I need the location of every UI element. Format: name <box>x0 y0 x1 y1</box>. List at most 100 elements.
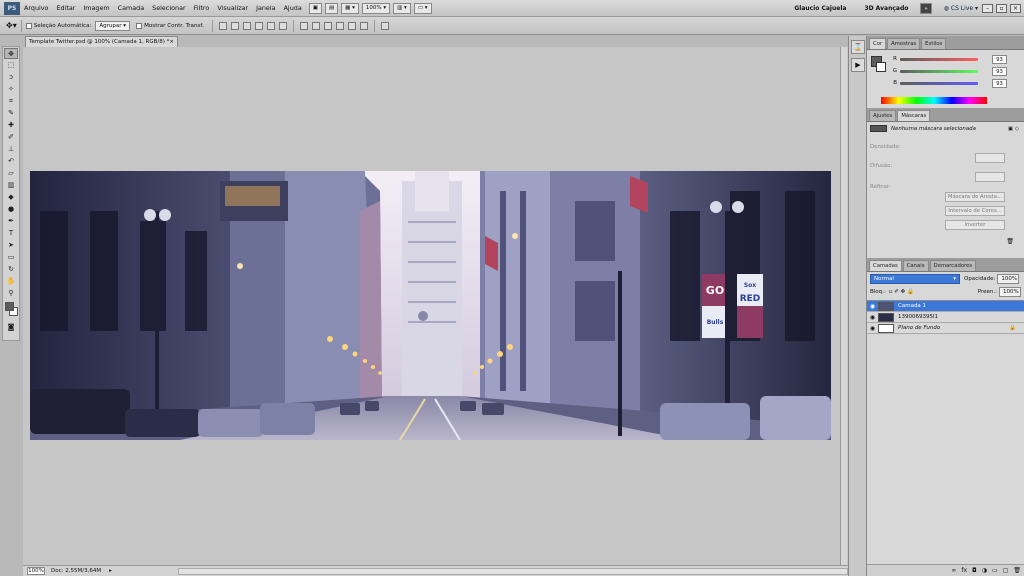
color-range-button[interactable]: Intervalo de Cores... <box>945 206 1005 216</box>
pen-tool-icon[interactable]: ✒ <box>4 216 18 227</box>
canvas-image[interactable]: GO Bulls Sox RED <box>30 171 831 440</box>
tab-camadas[interactable]: Camadas <box>869 260 902 271</box>
red-value-field[interactable]: 93 <box>992 54 1007 64</box>
eyedropper-tool-icon[interactable]: ✎ <box>4 108 18 119</box>
cs-live-button[interactable]: ◍ CS Live ▾ <box>940 5 982 12</box>
eye-icon[interactable]: ◉ <box>867 325 878 332</box>
align-vcenter-icon[interactable] <box>230 21 239 30</box>
distribute-top-icon[interactable] <box>299 21 308 30</box>
magic-wand-tool-icon[interactable]: ✧ <box>4 84 18 95</box>
lasso-tool-icon[interactable]: ↄ <box>4 72 18 83</box>
green-value-field[interactable]: 93 <box>992 66 1007 76</box>
layer-style-icon[interactable]: fx <box>961 567 967 574</box>
menu-selecionar[interactable]: Selecionar <box>148 4 190 12</box>
layer-row-background[interactable]: ◉ Plano de Fundo 🔒 <box>867 323 1024 334</box>
align-top-icon[interactable] <box>218 21 227 30</box>
layer-row-photo[interactable]: ◉ 1390069395l1 <box>867 312 1024 323</box>
document-tab[interactable]: Template Twitter.psd @ 100% (Camada 1, R… <box>25 36 178 47</box>
distribute-left-icon[interactable] <box>335 21 344 30</box>
distribute-vcenter-icon[interactable] <box>311 21 320 30</box>
screen-mode-button[interactable]: ▭ ▾ <box>413 2 432 14</box>
opacity-field[interactable]: 100% <box>997 274 1020 284</box>
3d-rotate-tool-icon[interactable]: ↻ <box>4 264 18 275</box>
layer-name[interactable]: Camada 1 <box>898 303 926 309</box>
align-bottom-icon[interactable] <box>242 21 251 30</box>
distribute-bottom-icon[interactable] <box>323 21 332 30</box>
clone-stamp-tool-icon[interactable]: ⊥ <box>4 144 18 155</box>
invert-button[interactable]: Inverter <box>945 220 1005 230</box>
adjustment-layer-icon[interactable]: ◑ <box>982 567 987 574</box>
shape-tool-icon[interactable]: ▭ <box>4 252 18 263</box>
density-field[interactable] <box>975 153 1005 163</box>
show-transform-checkbox[interactable] <box>136 22 143 29</box>
foreground-color-swatch[interactable] <box>5 302 14 311</box>
add-mask-icon[interactable]: ▣ ◇ <box>1008 126 1019 132</box>
distribute-hcenter-icon[interactable] <box>347 21 356 30</box>
tab-estilos[interactable]: Estilos <box>921 38 947 49</box>
red-slider[interactable] <box>900 57 978 61</box>
workspace-3d[interactable]: 3D Avançado <box>855 5 917 12</box>
zoom-tool-icon[interactable]: ⚲ <box>4 288 18 299</box>
eye-icon[interactable]: ◉ <box>867 303 878 310</box>
marquee-tool-icon[interactable]: ⬚ <box>4 60 18 71</box>
menu-camada[interactable]: Camada <box>114 4 149 12</box>
document-size[interactable]: Doc: 2,55M/3,64M <box>51 568 101 574</box>
zoom-level-select[interactable]: 100% ▾ <box>361 2 391 14</box>
tab-cor[interactable]: Cor <box>869 38 887 49</box>
move-tool-icon[interactable]: ✥▾ <box>6 21 17 30</box>
menu-visualizar[interactable]: Visualizar <box>213 4 252 12</box>
trash-icon[interactable]: 🗑 <box>1006 238 1014 245</box>
crop-tool-icon[interactable]: ⌗ <box>4 96 18 107</box>
tab-demarcadores[interactable]: Demarcadores <box>929 260 977 271</box>
eraser-tool-icon[interactable]: ▱ <box>4 168 18 179</box>
tab-canais[interactable]: Canais <box>902 260 929 271</box>
align-left-icon[interactable] <box>254 21 263 30</box>
mini-bridge-button[interactable]: ▤ <box>324 2 339 14</box>
auto-select-checkbox[interactable] <box>25 22 32 29</box>
eye-icon[interactable]: ◉ <box>867 314 878 321</box>
lock-icons[interactable]: ▫ ✐ ✥ 🔒 <box>889 289 914 295</box>
bridge-button[interactable]: ▣ <box>308 2 322 14</box>
auto-align-icon[interactable] <box>380 21 389 30</box>
new-group-icon[interactable]: ▭ <box>992 567 998 574</box>
gradient-tool-icon[interactable]: ▥ <box>4 180 18 191</box>
workspace-user[interactable]: Glaucio Cajuela <box>785 5 855 12</box>
quick-mask-icon[interactable]: ◙ <box>4 322 18 333</box>
align-right-icon[interactable] <box>278 21 287 30</box>
status-zoom-field[interactable]: 100% <box>27 567 45 575</box>
menu-ajuda[interactable]: Ajuda <box>280 4 306 12</box>
layer-name[interactable]: Plano de Fundo <box>898 325 940 331</box>
history-brush-tool-icon[interactable]: ↶ <box>4 156 18 167</box>
type-tool-icon[interactable]: T <box>4 228 18 239</box>
vertical-scrollbar[interactable] <box>840 47 847 565</box>
blend-mode-select[interactable]: Normal ▾ <box>870 274 960 284</box>
layer-name[interactable]: 1390069395l1 <box>898 314 938 320</box>
mask-edge-button[interactable]: Máscara de Aresta... <box>945 192 1005 202</box>
link-layers-icon[interactable]: ∞ <box>951 567 956 574</box>
healing-brush-tool-icon[interactable]: ✚ <box>4 120 18 131</box>
new-layer-icon[interactable]: ▢ <box>1003 567 1009 574</box>
workspace-more-icon[interactable]: » <box>920 3 932 14</box>
menu-janela[interactable]: Janela <box>252 4 279 12</box>
actions-panel-icon[interactable]: ▶ <box>851 58 865 72</box>
align-hcenter-icon[interactable] <box>266 21 275 30</box>
restore-icon[interactable]: ▫ <box>996 4 1007 13</box>
menu-arquivo[interactable]: Arquivo <box>20 4 52 12</box>
status-menu-icon[interactable]: ▸ <box>109 568 112 574</box>
menu-editar[interactable]: Editar <box>52 4 79 12</box>
menu-imagem[interactable]: Imagem <box>79 4 113 12</box>
arrange-documents-button[interactable]: ▥ ▾ <box>393 2 411 14</box>
auto-select-dropdown[interactable]: Agrupar ▾ <box>95 20 131 31</box>
green-slider[interactable] <box>900 69 978 73</box>
add-mask-icon[interactable]: ◘ <box>972 567 977 574</box>
minimize-icon[interactable]: – <box>982 4 993 13</box>
view-extras-button[interactable]: ▦ ▾ <box>341 2 359 14</box>
tab-ajustes[interactable]: Ajustes <box>869 110 897 121</box>
horizontal-scrollbar[interactable] <box>178 567 848 575</box>
color-spectrum-bar[interactable] <box>881 97 987 104</box>
close-icon[interactable]: × <box>1010 4 1021 13</box>
hand-tool-icon[interactable]: ✋ <box>4 276 18 287</box>
blur-tool-icon[interactable]: ◆ <box>4 192 18 203</box>
tab-amostras[interactable]: Amostras <box>887 38 921 49</box>
layer-row-camada-1[interactable]: ◉ Camada 1 <box>867 301 1024 312</box>
